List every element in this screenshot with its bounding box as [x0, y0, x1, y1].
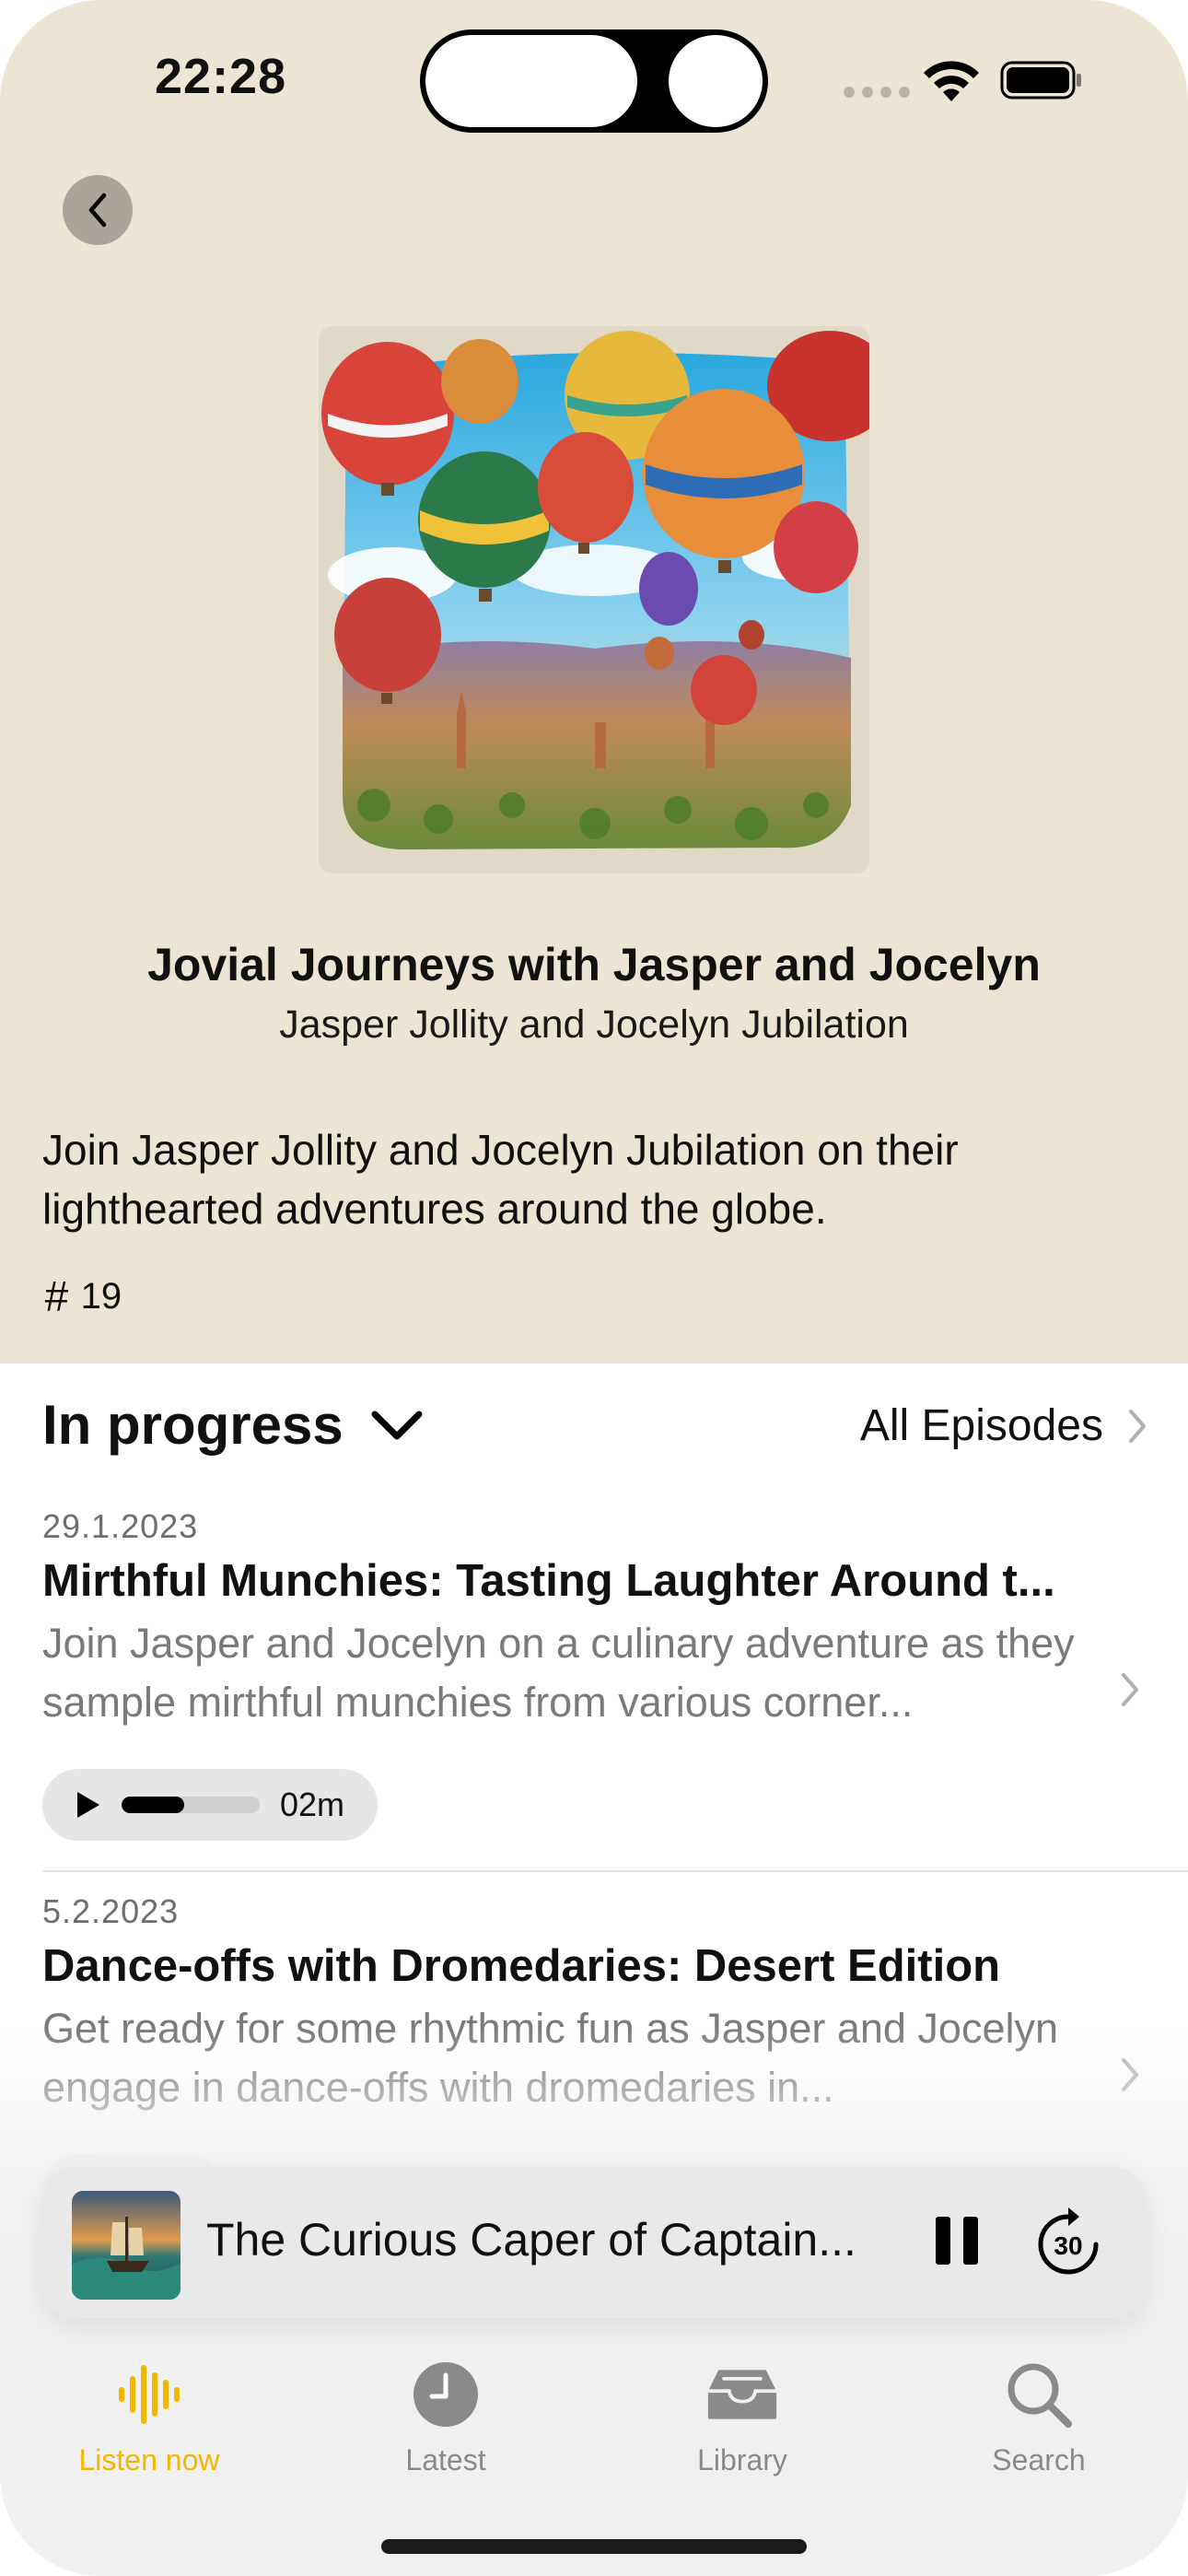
clock-icon: [410, 2359, 482, 2430]
tab-latest[interactable]: Latest: [335, 2359, 556, 2477]
podcast-description: Join Jasper Jollity and Jocelyn Jubilati…: [42, 1126, 959, 1233]
tray-icon: [706, 2359, 778, 2430]
episode-description: Join Jasper and Jocelyn on a culinary ad…: [42, 1620, 1075, 1726]
cellular-signal-icon: [844, 87, 910, 98]
hash-icon: #: [44, 1272, 68, 1320]
status-time: 22:28: [155, 49, 287, 104]
tab-search[interactable]: Search: [928, 2359, 1149, 2477]
tab-label: Library: [697, 2443, 787, 2476]
home-indicator: [381, 2539, 807, 2554]
episode-play-button[interactable]: 02m: [42, 1769, 378, 1841]
episode-row[interactable]: 29.1.2023 Mirthful Munchies: Tasting Lau…: [42, 1507, 1188, 1841]
episode-date: 5.2.2023: [42, 1892, 180, 1930]
skip-forward-button[interactable]: 30: [1035, 2204, 1101, 2276]
episode-remaining-time: 02m: [280, 1786, 345, 1823]
divider: [42, 1870, 1188, 1872]
podcast-artwork: [319, 326, 869, 873]
wifi-icon: [924, 61, 979, 101]
tab-listen-now[interactable]: Listen now: [39, 2359, 260, 2477]
podcast-title: Jovial Journeys with Jasper and Jocelyn: [147, 939, 1041, 990]
now-playing-artwork: [72, 2191, 181, 2300]
podcast-header: 22:28 Jovial Journeys with Jasper and Jo…: [0, 0, 1188, 1364]
skip-forward-30-icon: 30: [1038, 2207, 1099, 2275]
island-dot: [669, 35, 763, 127]
chevron-right-icon: [1122, 1673, 1138, 1706]
search-icon: [1003, 2359, 1075, 2430]
tab-label: Search: [992, 2443, 1086, 2476]
pause-icon-bar: [936, 2217, 950, 2265]
skip-label: 30: [1054, 2231, 1082, 2260]
podcast-detail-screen: 22:28 Jovial Journeys with Jasper and Jo…: [0, 0, 1188, 2576]
episode-count-value: 19: [80, 1275, 122, 1317]
episode-date: 29.1.2023: [42, 1507, 199, 1545]
back-button[interactable]: [63, 175, 133, 245]
island-pill: [425, 35, 637, 127]
battery-icon: [1000, 61, 1081, 100]
tab-library[interactable]: Library: [632, 2359, 853, 2477]
all-episodes-link[interactable]: All Episodes: [860, 1400, 1147, 1451]
pause-button[interactable]: [936, 2217, 978, 2265]
podcast-author: Jasper Jollity and Jocelyn Jubilation: [279, 1002, 909, 1047]
all-episodes-label: All Episodes: [859, 1401, 1103, 1450]
episode-count: # 19: [44, 1271, 122, 1321]
episode-title: Mirthful Munchies: Tasting Laughter Arou…: [42, 1556, 1055, 1606]
status-bar: 22:28: [0, 0, 1188, 166]
tab-label: Listen now: [78, 2443, 220, 2476]
now-playing-title: The Curious Caper of Captain...: [206, 2214, 856, 2266]
episode-list-header: In progress All Episodes: [42, 1389, 1147, 1463]
chevron-down-icon: [371, 1411, 423, 1439]
section-title: In progress: [42, 1394, 344, 1456]
mini-player[interactable]: The Curious Caper of Captain... 30: [42, 2167, 1146, 2318]
tab-bar: Listen now Latest Library Search: [0, 2359, 1188, 2497]
pause-icon-bar: [963, 2217, 978, 2265]
episode-title: Dance-offs with Dromedaries: Desert Edit…: [42, 1941, 1001, 1991]
chevron-right-icon: [1129, 1409, 1146, 1443]
episode-progress-bar: [122, 1797, 260, 1813]
waveform-icon: [113, 2359, 185, 2430]
tab-label: Latest: [405, 2443, 486, 2476]
play-icon: [77, 1792, 99, 1818]
episode-progress-fill: [122, 1797, 184, 1813]
section-filter-dropdown[interactable]: In progress: [42, 1393, 423, 1457]
chevron-left-icon: [88, 193, 107, 228]
dynamic-island: [420, 29, 768, 133]
